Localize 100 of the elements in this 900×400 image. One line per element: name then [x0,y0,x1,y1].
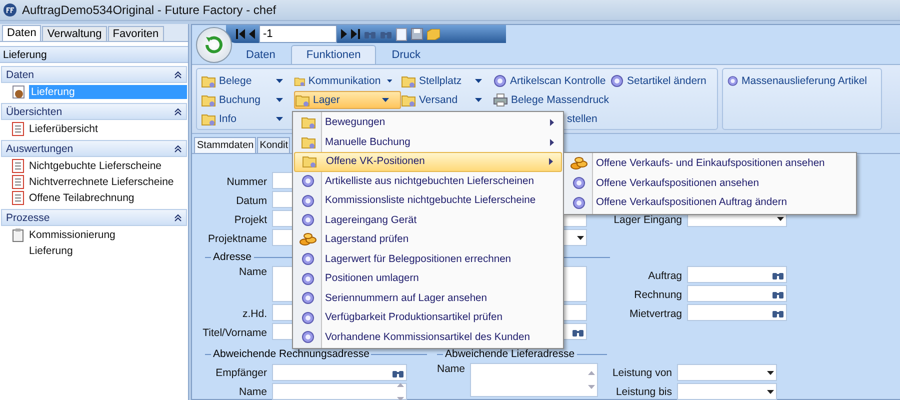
dropdown-field[interactable] [677,383,777,400]
menu-item[interactable]: Offene VK-Positionen [294,152,562,172]
folder-icon [300,116,316,130]
ribbon-button[interactable]: Buchung [201,91,294,109]
folder-icon [294,74,306,88]
ribbon-button[interactable]: Belege Massendruck [493,91,610,109]
field-label: Nummer [226,176,267,188]
sidebar-item[interactable]: Lieferung [27,244,75,258]
ribbon-tab[interactable]: Daten [232,46,290,64]
folder-icon [201,94,216,106]
input-field[interactable] [687,285,787,302]
printer-icon [493,93,508,107]
last-record-icon[interactable] [351,29,360,39]
field-label: Titel/Vorname [202,326,267,338]
ribbon-button[interactable]: Kommunikation [294,72,401,90]
app-logo-icon [3,3,17,17]
report-icon [12,191,24,205]
collapse-icon[interactable] [174,108,182,116]
field-label: Projekt [233,214,267,226]
section-header[interactable]: Auswertungen [1,140,187,157]
submenu-arrow-icon [549,158,553,166]
ribbon-button[interactable]: Setartikel ändern [610,72,710,90]
menu-item[interactable]: Kommissionsliste nichtgebuchte Lieferscheine [294,191,562,210]
menu-item[interactable]: Verfügbarkeit Produktionsartikel prüfen [294,308,562,328]
caret-icon [276,79,283,83]
ribbon-button[interactable]: Belege [201,72,294,90]
section-header[interactable]: Übersichten [1,103,187,120]
field-label: Leistung bis [614,386,672,398]
form-tab[interactable]: Kondit [256,137,290,153]
field-label: Rechnung [633,288,682,300]
sidebar-item[interactable]: Nichtverrechnete Lieferscheine [27,175,176,189]
menu-item[interactable]: Offene Verkaufs- und Einkaufspositionen ansehen [565,154,855,174]
menu-item[interactable]: Manuelle Buchung [294,132,562,152]
previous-record-icon[interactable] [249,29,255,39]
menu-item[interactable]: Offene Verkaufspositionen Auftrag ändern [565,193,855,212]
sidebar-tab[interactable]: Daten [2,25,42,41]
sidebar-tab[interactable]: Favoriten [108,26,164,41]
field-label: Name [436,363,465,375]
report-icon [12,159,24,173]
section-title: Prozesse [6,212,50,224]
menu-item[interactable]: Lagerwert für Belegpositionen errechnen [294,250,562,269]
sidebar-item[interactable]: Lieferübersicht [27,122,100,136]
section-header[interactable]: Prozesse [1,209,187,226]
form-tab[interactable]: Stammdaten [194,137,256,153]
ribbon-button[interactable]: Artikelscan Kontrolle [493,72,610,90]
menu-item[interactable]: Artikelliste aus nichtgebuchten Lieferscheinen [294,172,562,191]
field-label: Leistung von [611,366,672,378]
ribbon-button[interactable]: Versand [401,91,493,109]
field-label: Projektname [207,232,267,244]
caret-icon [475,79,482,83]
save-icon[interactable] [411,28,423,40]
clipboard-icon [12,228,24,242]
folder-icon [401,74,416,88]
caret-icon [767,390,774,394]
first-record-icon[interactable] [236,29,245,39]
caret-icon [577,236,584,240]
sidebar-item[interactable]: Offene Teilabrechnung [27,191,136,205]
menu-item[interactable]: Lagereingang Gerät [294,210,562,230]
ribbon-button[interactable]: Massenauslieferung Artikel [727,72,867,90]
ribbon-button[interactable]: Lager [294,91,401,109]
section-header[interactable]: Daten [1,66,187,83]
coins-icon [570,156,588,172]
folder-icon [295,94,310,106]
ribbon-button[interactable]: Info [201,110,294,128]
collapse-icon[interactable] [174,70,182,78]
record-field[interactable]: -1 [259,25,337,43]
field-label: Empfänger [214,366,267,378]
menu-item[interactable]: Lagerstand prüfen [294,230,562,250]
caret-icon [767,370,774,374]
collapse-icon[interactable] [174,214,182,222]
sidebar-header: Lieferung [0,46,188,63]
sidebar-tab[interactable]: Verwaltung [42,26,107,41]
binoculars-icon [364,29,376,39]
menu-item[interactable]: Positionen umlagern [294,269,562,288]
app-menu-button[interactable] [196,27,232,63]
field-label: Auftrag [647,270,682,282]
menu-item[interactable]: Offene Verkaufspositionen ansehen [565,174,855,193]
collapse-icon[interactable] [174,144,182,152]
ribbon-button[interactable]: Stellplatz [401,72,493,90]
folder-icon [401,94,416,106]
window-title: AuftragDemo534Original - Future Factory - chef [22,3,276,17]
dropdown-field[interactable] [677,364,777,381]
sidebar-item[interactable]: Nichtgebuchte Lieferscheine [27,159,164,173]
tag-icon[interactable] [427,28,440,40]
group-title: Abweichende Lieferadresse [445,348,575,360]
document-icon[interactable] [396,28,407,40]
ribbon-tab[interactable]: Druck [378,46,435,64]
menu-item[interactable]: Seriennummern auf Lager ansehen [294,288,562,308]
caret-icon [777,216,784,220]
input-field[interactable] [272,364,407,381]
ribbon-tab[interactable]: Funktionen [291,45,376,64]
input-field[interactable] [687,304,787,321]
next-record-icon[interactable] [341,29,347,39]
menu-item[interactable]: Vorhandene Kommissionsartikel des Kunden [294,328,562,347]
section-title: Daten [6,68,34,80]
input-field[interactable] [687,266,787,283]
folder-icon [300,136,316,149]
menu-item[interactable]: Bewegungen [294,113,562,132]
caret-icon [386,79,392,83]
sidebar-item[interactable]: Kommissionierung [27,228,118,242]
